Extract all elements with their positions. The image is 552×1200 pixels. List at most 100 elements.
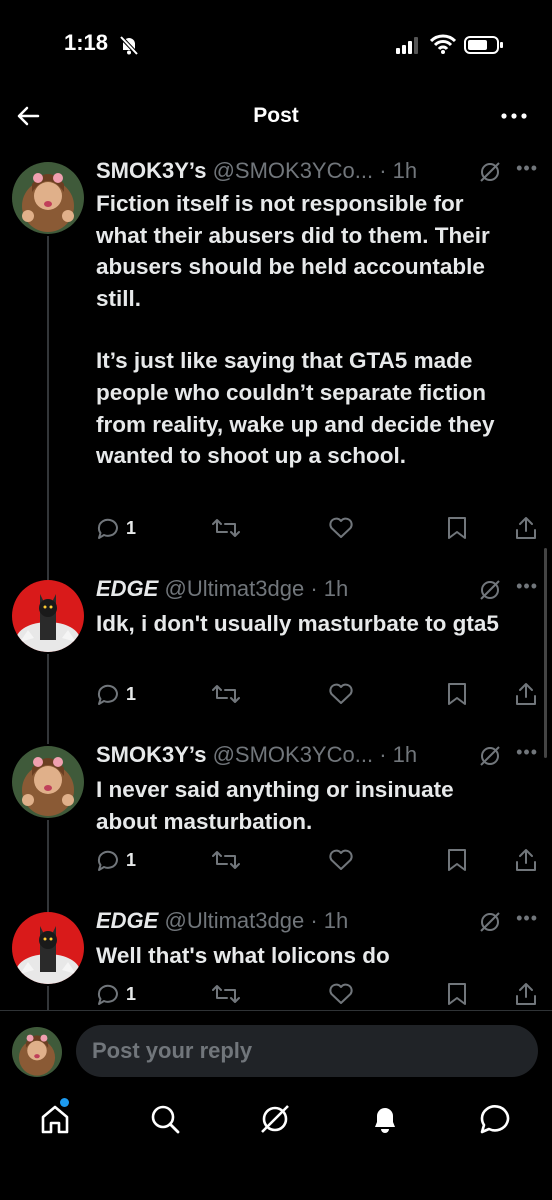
- share-button[interactable]: [514, 848, 538, 872]
- signal-icon: [396, 37, 418, 54]
- reply-icon: [97, 850, 118, 871]
- reply-input[interactable]: Post your reply: [76, 1025, 538, 1077]
- avatar-image: [12, 580, 84, 652]
- avatar[interactable]: [12, 746, 84, 818]
- repost-button[interactable]: [212, 848, 240, 872]
- share-icon: [516, 683, 536, 705]
- post-header: SMOK3Y’s @SMOK3YCo... · 1h: [96, 742, 417, 772]
- bookmark-button[interactable]: [446, 682, 468, 706]
- display-name[interactable]: SMOK3Y’s: [96, 158, 206, 183]
- reply-icon: [97, 984, 118, 1005]
- avatar[interactable]: [12, 1027, 62, 1077]
- repost-icon: [212, 851, 240, 869]
- post-paragraph: I never said anything or insinuate about…: [96, 777, 454, 834]
- avatar-image: [12, 912, 84, 984]
- post-paragraph: Well that's what lolicons do: [96, 943, 390, 968]
- repost-button[interactable]: [212, 516, 240, 540]
- repost-button[interactable]: [212, 682, 240, 706]
- bookmark-button[interactable]: [446, 516, 468, 540]
- messages-icon[interactable]: [478, 1102, 512, 1136]
- more-icon[interactable]: [500, 104, 528, 128]
- like-button[interactable]: [328, 848, 354, 872]
- scrollbar[interactable]: [544, 548, 547, 758]
- reply-count: 1: [126, 517, 137, 538]
- status-time: 1:18: [64, 30, 109, 55]
- display-name[interactable]: EDGE: [96, 576, 158, 601]
- notifications-icon[interactable]: [368, 1102, 402, 1136]
- share-button[interactable]: [514, 516, 538, 540]
- top-bar: Post: [0, 92, 552, 140]
- avatar[interactable]: [12, 912, 84, 984]
- like-icon: [329, 983, 353, 1004]
- handle[interactable]: @SMOK3YCo...: [213, 158, 374, 183]
- handle[interactable]: @Ultimat3dge: [164, 576, 304, 601]
- grok-icon[interactable]: [478, 578, 502, 602]
- home-icon[interactable]: [38, 1102, 72, 1136]
- reply-composer: Post your reply: [0, 1010, 552, 1091]
- display-name[interactable]: EDGE: [96, 908, 158, 933]
- grok-icon[interactable]: [478, 744, 502, 768]
- post-text: I never said anything or insinuate about…: [96, 774, 516, 837]
- reply-count: 1: [126, 683, 137, 704]
- search-icon[interactable]: [148, 1102, 182, 1136]
- handle[interactable]: @SMOK3YCo...: [213, 742, 374, 767]
- reply-button[interactable]: 1: [96, 982, 136, 1006]
- post-paragraph: Idk, i don't usually masturbate to gta5: [96, 611, 499, 636]
- reply-button[interactable]: 1: [96, 682, 136, 706]
- timestamp: 1h: [392, 158, 418, 183]
- bookmark-button[interactable]: [446, 982, 468, 1006]
- status-bar: 1:18: [0, 0, 552, 92]
- repost-button[interactable]: [212, 982, 240, 1006]
- bookmark-icon: [448, 683, 466, 705]
- post-actions: 1: [96, 682, 546, 712]
- reply-button[interactable]: 1: [96, 516, 136, 540]
- like-button[interactable]: [328, 982, 354, 1006]
- timestamp: 1h: [323, 576, 349, 601]
- like-button[interactable]: [328, 516, 354, 540]
- avatar-image: [12, 1027, 62, 1077]
- separator: ·: [373, 158, 393, 183]
- avatar[interactable]: [12, 580, 84, 652]
- bottom-tab-bar: [0, 1092, 552, 1152]
- like-icon: [329, 683, 353, 704]
- repost-icon: [212, 985, 240, 1003]
- like-icon: [329, 517, 353, 538]
- wifi-icon: [430, 34, 456, 54]
- post-header: EDGE @Ultimat3dge · 1h: [96, 908, 348, 938]
- post-header: SMOK3Y’s @SMOK3YCo... · 1h: [96, 158, 417, 188]
- reply-count: 1: [126, 849, 137, 870]
- bookmark-icon: [448, 517, 466, 539]
- grok-tab-icon[interactable]: [258, 1102, 292, 1136]
- avatar-image: [12, 746, 84, 818]
- avatar[interactable]: [12, 162, 84, 234]
- bookmark-icon: [448, 849, 466, 871]
- bookmark-button[interactable]: [446, 848, 468, 872]
- display-name[interactable]: SMOK3Y’s: [96, 742, 206, 767]
- post-4[interactable]: EDGE @Ultimat3dge · 1h ••• Well that's w…: [0, 908, 552, 1008]
- reply-button[interactable]: 1: [96, 848, 136, 872]
- like-button[interactable]: [328, 682, 354, 706]
- timestamp: 1h: [392, 742, 418, 767]
- grok-icon[interactable]: [478, 160, 502, 184]
- more-icon[interactable]: •••: [516, 158, 538, 179]
- post-text: Idk, i don't usually masturbate to gta5: [96, 608, 516, 640]
- separator: ·: [304, 576, 324, 601]
- separator: ·: [304, 908, 324, 933]
- post-1[interactable]: SMOK3Y’s @SMOK3YCo... · 1h ••• Fiction i…: [0, 158, 552, 558]
- post-2[interactable]: EDGE @Ultimat3dge · 1h ••• Idk, i don't …: [0, 576, 552, 716]
- share-button[interactable]: [514, 982, 538, 1006]
- more-icon[interactable]: •••: [516, 576, 538, 597]
- reply-icon: [97, 518, 118, 539]
- repost-icon: [212, 519, 240, 537]
- page-title: Post: [253, 104, 299, 127]
- share-button[interactable]: [514, 682, 538, 706]
- reply-icon: [97, 684, 118, 705]
- more-icon[interactable]: •••: [516, 908, 538, 929]
- grok-icon[interactable]: [478, 910, 502, 934]
- post-paragraph: Fiction itself is not responsible for wh…: [96, 191, 490, 311]
- handle[interactable]: @Ultimat3dge: [164, 908, 304, 933]
- share-icon: [516, 983, 536, 1005]
- more-icon[interactable]: •••: [516, 742, 538, 763]
- post-3[interactable]: SMOK3Y’s @SMOK3YCo... · 1h ••• I never s…: [0, 742, 552, 882]
- timestamp: 1h: [323, 908, 349, 933]
